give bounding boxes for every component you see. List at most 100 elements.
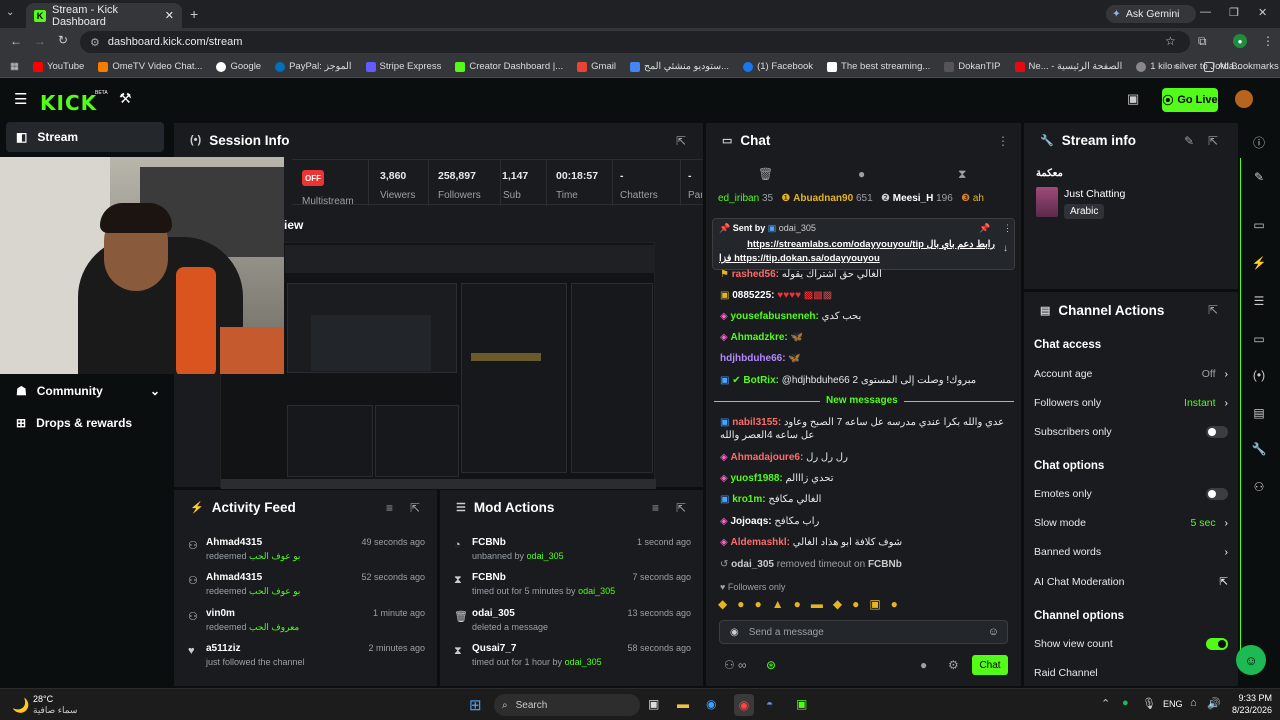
- close-tab-icon[interactable]: ✕: [165, 9, 174, 22]
- pin-icon[interactable]: ⚒: [119, 90, 132, 107]
- chat-settings-icon[interactable]: ⚇: [724, 658, 735, 672]
- chat-menu-icon[interactable]: ⋮: [997, 134, 1009, 148]
- emotes-only-toggle[interactable]: [1206, 488, 1228, 500]
- pinned-menu-icon[interactable]: ⋮: [1003, 223, 1012, 234]
- site-info-icon[interactable]: ⚙: [90, 36, 100, 49]
- bookmark-item[interactable]: Gmail: [577, 61, 616, 72]
- hamburger-menu-icon[interactable]: ☰: [14, 90, 27, 108]
- stream-preview[interactable]: [220, 242, 656, 489]
- banned-words-setting[interactable]: Banned words ›: [1034, 542, 1228, 562]
- tray-app-icon[interactable]: ●: [1122, 697, 1129, 709]
- badge-selector-icon[interactable]: ◉: [730, 627, 739, 638]
- profile-avatar[interactable]: ●: [1233, 34, 1247, 48]
- studio-mode-icon[interactable]: ▣: [1127, 91, 1139, 107]
- microphone-icon[interactable]: 🎙: [1142, 697, 1156, 710]
- popout-icon[interactable]: ⇱: [676, 134, 686, 148]
- chat-icon[interactable]: ▭: [1250, 332, 1268, 346]
- new-messages-divider[interactable]: New messages: [820, 395, 904, 406]
- file-explorer-icon[interactable]: ▬: [677, 697, 689, 711]
- network-icon[interactable]: ⌂: [1190, 697, 1197, 709]
- kick-logo[interactable]: KICK: [40, 91, 97, 115]
- bookmark-item[interactable]: Stripe Express: [365, 61, 441, 72]
- kick-app-icon[interactable]: ▣: [796, 697, 807, 711]
- bookmark-item[interactable]: OmeTV Video Chat...: [98, 61, 202, 72]
- session-icon[interactable]: (•): [1250, 368, 1268, 382]
- chrome-icon[interactable]: ◉: [734, 694, 754, 716]
- user-avatar[interactable]: [1235, 90, 1253, 108]
- info-icon[interactable]: ⓘ: [1250, 134, 1268, 151]
- sidebar-item-drops[interactable]: ⊞ Drops & rewards: [16, 416, 160, 430]
- bookmark-item[interactable]: PayPal: الموجز: [275, 61, 352, 72]
- filter-icon[interactable]: ≡: [652, 501, 659, 515]
- pinned-text-line-1[interactable]: رابط دعم باي بال https://streamlabs.com/…: [719, 239, 995, 250]
- edit-icon[interactable]: ✎: [1184, 134, 1194, 148]
- filter-icon[interactable]: ≡: [386, 501, 393, 515]
- subscribers-only-toggle[interactable]: [1206, 426, 1228, 438]
- go-live-button[interactable]: ⦿ Go Live: [1162, 88, 1218, 112]
- hourglass-icon[interactable]: ⧗: [958, 167, 966, 182]
- clock-date[interactable]: 8/23/2026: [1208, 705, 1272, 715]
- tray-expand-icon[interactable]: ⌃: [1101, 697, 1110, 710]
- chat-mod-icon[interactable]: ●: [858, 167, 865, 181]
- bookmark-item[interactable]: DokanTIP: [944, 61, 1001, 72]
- browser-tab[interactable]: K Stream - Kick Dashboard ✕: [26, 3, 182, 28]
- list-icon[interactable]: ☰: [1250, 294, 1268, 308]
- emotes-only-setting[interactable]: Emotes only: [1034, 484, 1228, 504]
- expand-down-icon[interactable]: ↓: [1003, 243, 1008, 254]
- show-view-count-toggle[interactable]: [1206, 638, 1228, 650]
- subscribers-only-setting[interactable]: Subscribers only: [1034, 422, 1228, 442]
- tab-list-icon[interactable]: ⌄: [6, 7, 14, 18]
- trash-icon[interactable]: 🗑: [758, 167, 773, 181]
- sidebar-item-stream[interactable]: ◧ Stream: [6, 122, 164, 152]
- unpin-icon[interactable]: 📌: [979, 223, 990, 234]
- bookmark-item[interactable]: Ne... - الصفحة الرئيسية: [1014, 61, 1122, 72]
- kick-emote-icon[interactable]: ⊛: [766, 658, 776, 672]
- bookmark-item[interactable]: Google: [216, 61, 261, 72]
- bookmark-star-icon[interactable]: ☆: [1165, 34, 1176, 48]
- weather-temp[interactable]: 28°C: [33, 694, 53, 704]
- all-bookmarks-button[interactable]: All Bookmarks: [1204, 61, 1279, 72]
- popout-icon[interactable]: ⇱: [1208, 134, 1218, 148]
- apps-grid-icon[interactable]: ▦: [10, 61, 19, 72]
- new-tab-icon[interactable]: +: [190, 6, 198, 22]
- bookmark-item[interactable]: Creator Dashboard |...: [455, 61, 563, 72]
- edge-icon[interactable]: ◉: [706, 697, 716, 711]
- language-indicator[interactable]: ENG: [1163, 699, 1183, 709]
- maximize-icon[interactable]: ❐: [1229, 6, 1239, 19]
- chat-input[interactable]: ◉ Send a message ☺: [719, 620, 1008, 644]
- back-icon[interactable]: ←: [10, 34, 22, 48]
- infinity-icon[interactable]: ∞: [738, 658, 747, 672]
- emote-bar[interactable]: ◆●●▲●▬◆●▣●: [718, 597, 1012, 613]
- discord-icon[interactable]: ◓: [766, 697, 773, 711]
- gear-icon[interactable]: ⚙: [948, 658, 959, 672]
- bookmark-item[interactable]: The best streaming...: [827, 61, 930, 72]
- sidebar-item-community[interactable]: ☗ Community ⌄: [16, 384, 160, 398]
- slow-mode-setting[interactable]: Slow mode 5 sec ›: [1034, 513, 1228, 533]
- lightning-icon[interactable]: ⚡: [1250, 256, 1268, 270]
- bookmark-item[interactable]: (1) Facebook: [743, 61, 813, 72]
- pinned-text-line-2[interactable]: فزا https://tip.dokan.sa/odayyouyou: [719, 253, 995, 264]
- clock-time[interactable]: 9:33 PM: [1208, 693, 1272, 703]
- account-age-setting[interactable]: Account age Off ›: [1034, 364, 1228, 384]
- ai-moderation-setting[interactable]: AI Chat Moderation ⇱: [1034, 572, 1228, 592]
- task-view-icon[interactable]: ▣: [648, 697, 659, 711]
- bookmark-item[interactable]: YouTube: [32, 61, 84, 72]
- emoji-icon[interactable]: ☺: [988, 626, 999, 638]
- video-icon[interactable]: ▭: [1250, 218, 1268, 232]
- forward-icon[interactable]: →: [34, 34, 46, 48]
- followers-only-setting[interactable]: Followers only Instant ›: [1034, 393, 1228, 413]
- bookmark-item[interactable]: ستوديو منشئي المح...: [629, 61, 729, 72]
- chat-send-button[interactable]: Chat: [972, 655, 1008, 675]
- taskbar-search[interactable]: ⌕ Search: [494, 694, 640, 716]
- popout-icon[interactable]: ⇱: [676, 501, 686, 515]
- chat-bubble-icon[interactable]: ●: [920, 658, 927, 672]
- weather-desc[interactable]: سماء صافية: [33, 705, 77, 716]
- extensions-icon[interactable]: ⧉: [1198, 34, 1207, 49]
- community-icon[interactable]: ⚇: [1250, 480, 1268, 494]
- url-text[interactable]: dashboard.kick.com/stream: [108, 36, 243, 48]
- more-bookmarks-icon[interactable]: »: [1173, 61, 1178, 72]
- chat-input-placeholder[interactable]: Send a message: [749, 627, 978, 638]
- minimize-icon[interactable]: —: [1200, 6, 1211, 18]
- raid-channel-setting[interactable]: Raid Channel: [1034, 663, 1228, 683]
- popout-icon[interactable]: ⇱: [410, 501, 420, 515]
